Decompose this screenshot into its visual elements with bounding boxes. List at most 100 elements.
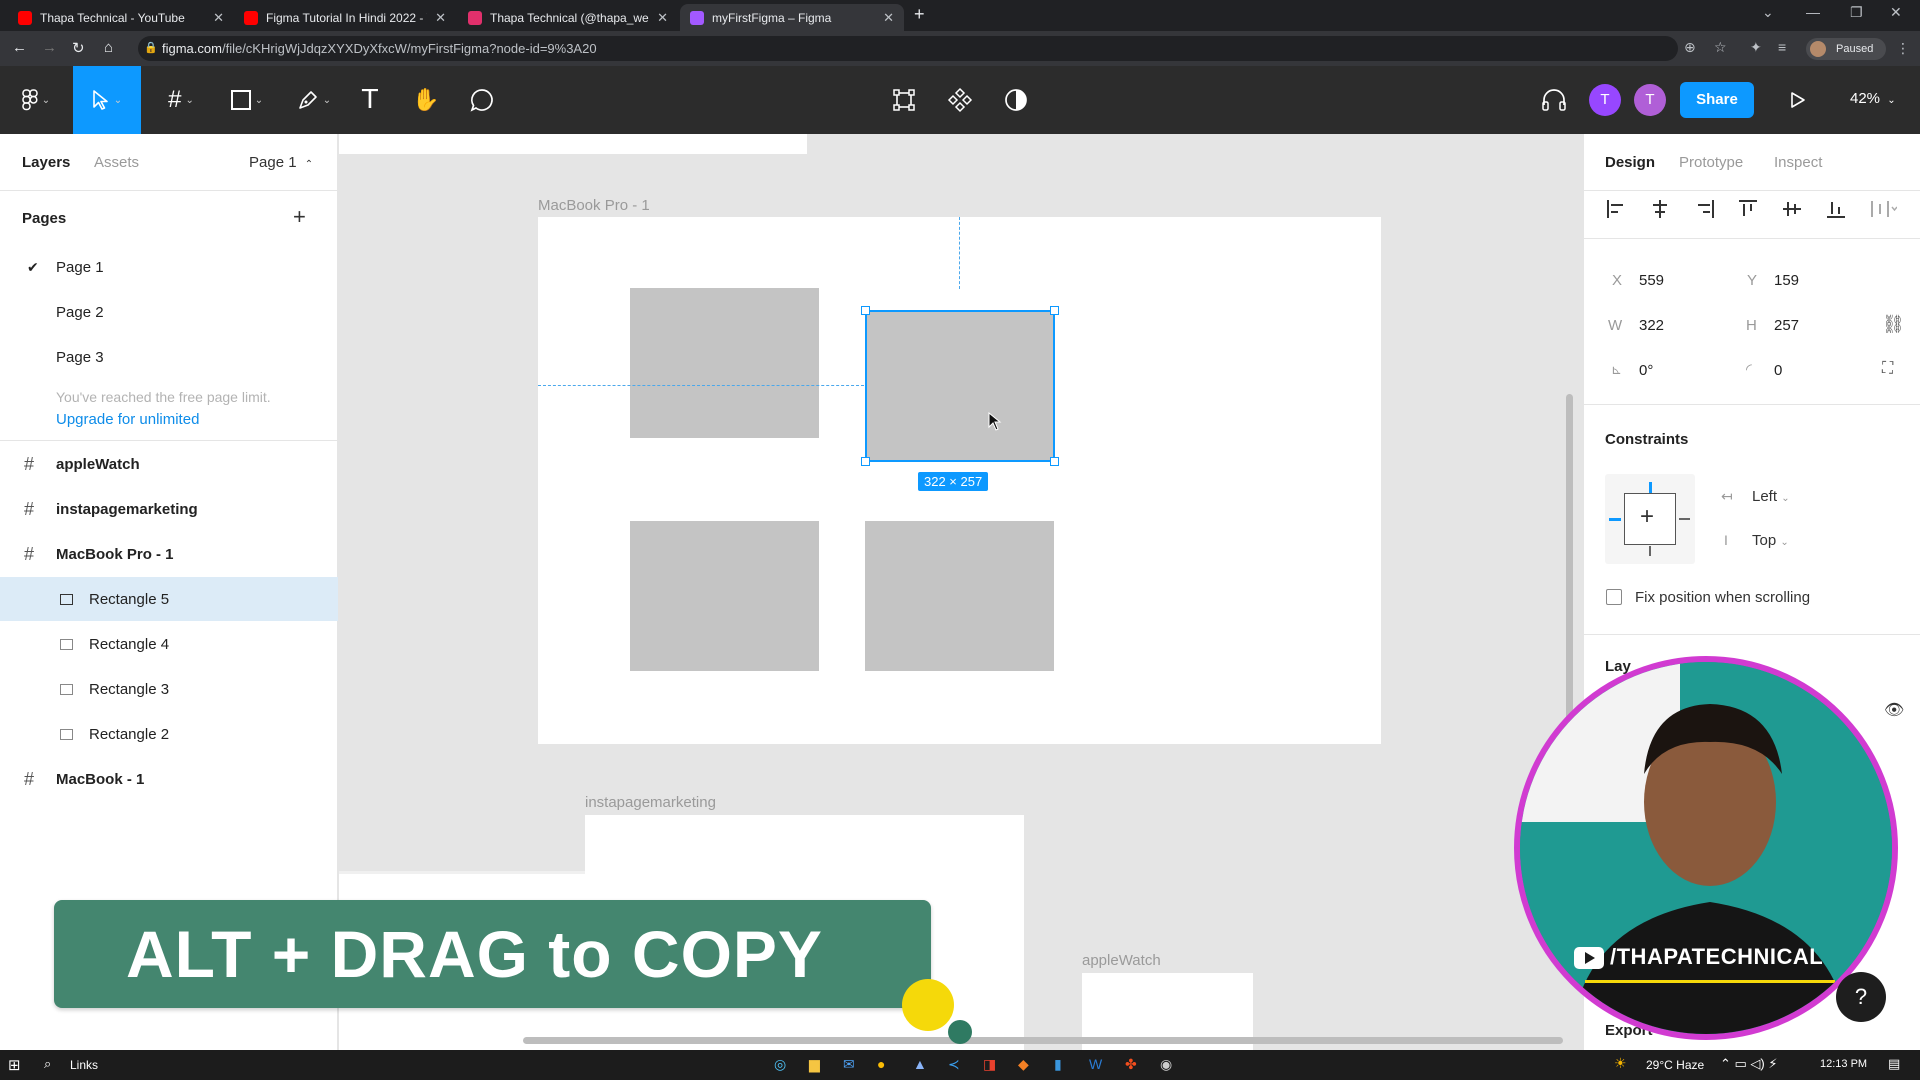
align-vertical-center-icon[interactable] xyxy=(1781,198,1803,220)
figma-icon[interactable]: ✤ xyxy=(1125,1056,1137,1073)
tab-prototype[interactable]: Prototype xyxy=(1679,154,1743,171)
url-field[interactable]: 🔒 figma.com/file/cKHrigWjJdqzXYXDyXfxcW/… xyxy=(138,36,1678,61)
extensions-icon[interactable]: ✦ xyxy=(1750,39,1762,56)
layer-rect-row[interactable]: Rectangle 2 xyxy=(0,712,338,756)
taskbar-search-label[interactable]: Links xyxy=(70,1058,98,1072)
horizontal-scrollbar[interactable] xyxy=(523,1037,1563,1044)
file-explorer-icon[interactable]: ▆ xyxy=(809,1056,820,1073)
hand-tool-button[interactable]: ✋ xyxy=(406,66,446,134)
independent-corners-icon[interactable]: ⛶ xyxy=(1882,360,1893,378)
collaborator-avatar[interactable]: T xyxy=(1589,84,1621,116)
back-icon[interactable]: ← xyxy=(12,39,27,56)
layer-frame-row[interactable]: # MacBook - 1 xyxy=(0,757,338,801)
layer-frame-row[interactable]: # instapagemarketing xyxy=(0,487,338,531)
word-icon[interactable]: W xyxy=(1089,1056,1102,1072)
profile-button[interactable]: Paused xyxy=(1806,38,1886,60)
frame-selection-button[interactable] xyxy=(884,66,924,134)
app-icon[interactable]: ▮ xyxy=(1054,1056,1062,1073)
close-icon[interactable]: ✕ xyxy=(657,10,668,26)
vscode-icon[interactable]: ≺ xyxy=(948,1056,960,1073)
distribute-icon[interactable] xyxy=(1869,198,1897,220)
minimize-icon[interactable]: — xyxy=(1806,4,1820,20)
align-bottom-icon[interactable] xyxy=(1825,198,1847,220)
restore-icon[interactable]: ❐ xyxy=(1850,4,1863,21)
constraint-bottom-indicator[interactable] xyxy=(1649,546,1651,556)
tab-layers[interactable]: Layers xyxy=(22,154,70,171)
align-top-icon[interactable] xyxy=(1737,198,1759,220)
clock[interactable]: 12:13 PM xyxy=(1820,1058,1867,1070)
zoom-dropdown[interactable]: 42% ⌄ xyxy=(1850,90,1896,107)
page-dropdown[interactable]: Page 1 ⌃ xyxy=(249,154,313,171)
system-tray-icons[interactable]: ⌃ ▭ ◁) ⚡ xyxy=(1720,1056,1777,1072)
create-component-button[interactable] xyxy=(940,66,980,134)
rectangle-5-selected[interactable] xyxy=(865,310,1055,462)
rectangle-2[interactable] xyxy=(630,288,819,438)
browser-tab-active[interactable]: myFirstFigma – Figma ✕ xyxy=(680,4,904,31)
tab-inspect[interactable]: Inspect xyxy=(1774,154,1822,171)
tab-design[interactable]: Design xyxy=(1605,154,1655,171)
browser-tab[interactable]: Thapa Technical - YouTube ✕ xyxy=(8,4,234,31)
layer-rect-row[interactable]: Rectangle 4 xyxy=(0,622,338,666)
mask-button[interactable] xyxy=(996,66,1036,134)
frame-partial[interactable] xyxy=(339,134,807,154)
frame-label[interactable]: MacBook Pro - 1 xyxy=(538,197,650,214)
bookmark-star-icon[interactable]: ☆ xyxy=(1714,39,1727,56)
tab-search-icon[interactable]: ⌄ xyxy=(1762,4,1774,21)
page-item[interactable]: Page 2 xyxy=(0,290,338,334)
vertical-constraint-select[interactable]: Top ⌄ xyxy=(1752,532,1789,549)
align-horizontal-center-icon[interactable] xyxy=(1649,198,1671,220)
y-input[interactable]: 159 xyxy=(1774,272,1799,289)
sublime-icon[interactable]: ◆ xyxy=(1018,1056,1029,1073)
main-menu-button[interactable]: ⌄ xyxy=(12,66,60,134)
constrain-proportions-icon[interactable]: ⛓ xyxy=(1882,314,1905,335)
zoom-icon[interactable]: ⊕ xyxy=(1684,39,1696,56)
collaborator-avatar[interactable]: T xyxy=(1634,84,1666,116)
constraint-widget[interactable]: + xyxy=(1605,474,1695,564)
reload-icon[interactable]: ↻ xyxy=(72,39,85,57)
comment-tool-button[interactable] xyxy=(462,66,502,134)
h-input[interactable]: 257 xyxy=(1774,317,1799,334)
w-input[interactable]: 322 xyxy=(1639,317,1664,334)
share-button[interactable]: Share xyxy=(1680,82,1754,118)
present-button[interactable] xyxy=(1780,66,1816,134)
browser-tab[interactable]: Figma Tutorial In Hindi 2022 - Yo ✕ xyxy=(234,4,456,31)
constraint-top-indicator[interactable] xyxy=(1649,482,1652,493)
frame-label[interactable]: instapagemarketing xyxy=(585,794,716,811)
notifications-icon[interactable]: ▤ xyxy=(1888,1056,1900,1072)
frame-tool-button[interactable]: # ⌄ xyxy=(156,66,206,134)
add-page-icon[interactable]: + xyxy=(293,204,306,230)
new-tab-icon[interactable]: + xyxy=(914,4,925,25)
frame-label[interactable]: appleWatch xyxy=(1082,952,1161,969)
move-tool-button[interactable]: ⌄ xyxy=(73,66,141,134)
fix-position-checkbox[interactable] xyxy=(1606,589,1622,605)
chrome-icon[interactable]: ● xyxy=(877,1056,885,1072)
resize-handle[interactable] xyxy=(1050,306,1059,315)
pen-tool-button[interactable]: ⌄ xyxy=(290,66,338,134)
forward-icon[interactable]: → xyxy=(42,39,57,56)
layer-rect-row-selected[interactable]: Rectangle 5 xyxy=(0,577,338,621)
close-window-icon[interactable]: ✕ xyxy=(1890,4,1902,21)
help-button[interactable]: ? xyxy=(1836,972,1886,1022)
resize-handle[interactable] xyxy=(861,306,870,315)
close-icon[interactable]: ✕ xyxy=(213,10,224,26)
app-icon[interactable]: ◉ xyxy=(1160,1056,1172,1073)
resize-handle[interactable] xyxy=(1050,457,1059,466)
browser-tab[interactable]: Thapa Technical (@thapa_web_re ✕ xyxy=(458,4,678,31)
close-icon[interactable]: ✕ xyxy=(435,10,446,26)
layer-rect-row[interactable]: Rectangle 3 xyxy=(0,667,338,711)
search-icon[interactable]: ⌕ xyxy=(44,1056,51,1072)
rotation-input[interactable]: 0° xyxy=(1639,362,1653,379)
constraint-right-indicator[interactable] xyxy=(1679,518,1690,520)
weather-text[interactable]: 29°C Haze xyxy=(1646,1058,1704,1072)
align-left-icon[interactable] xyxy=(1605,198,1627,220)
page-item[interactable]: ✔ Page 1 xyxy=(0,245,338,289)
mail-icon[interactable]: ✉ xyxy=(843,1056,855,1073)
reading-list-icon[interactable]: ≡ xyxy=(1778,39,1786,55)
horizontal-constraint-select[interactable]: Left ⌄ xyxy=(1752,488,1790,505)
page-item[interactable]: Page 3 xyxy=(0,335,338,379)
text-tool-button[interactable]: T xyxy=(350,66,390,134)
menu-kebab-icon[interactable]: ⋮ xyxy=(1896,40,1910,57)
x-input[interactable]: 559 xyxy=(1639,272,1664,289)
corner-radius-input[interactable]: 0 xyxy=(1774,362,1782,379)
tab-assets[interactable]: Assets xyxy=(94,154,139,171)
